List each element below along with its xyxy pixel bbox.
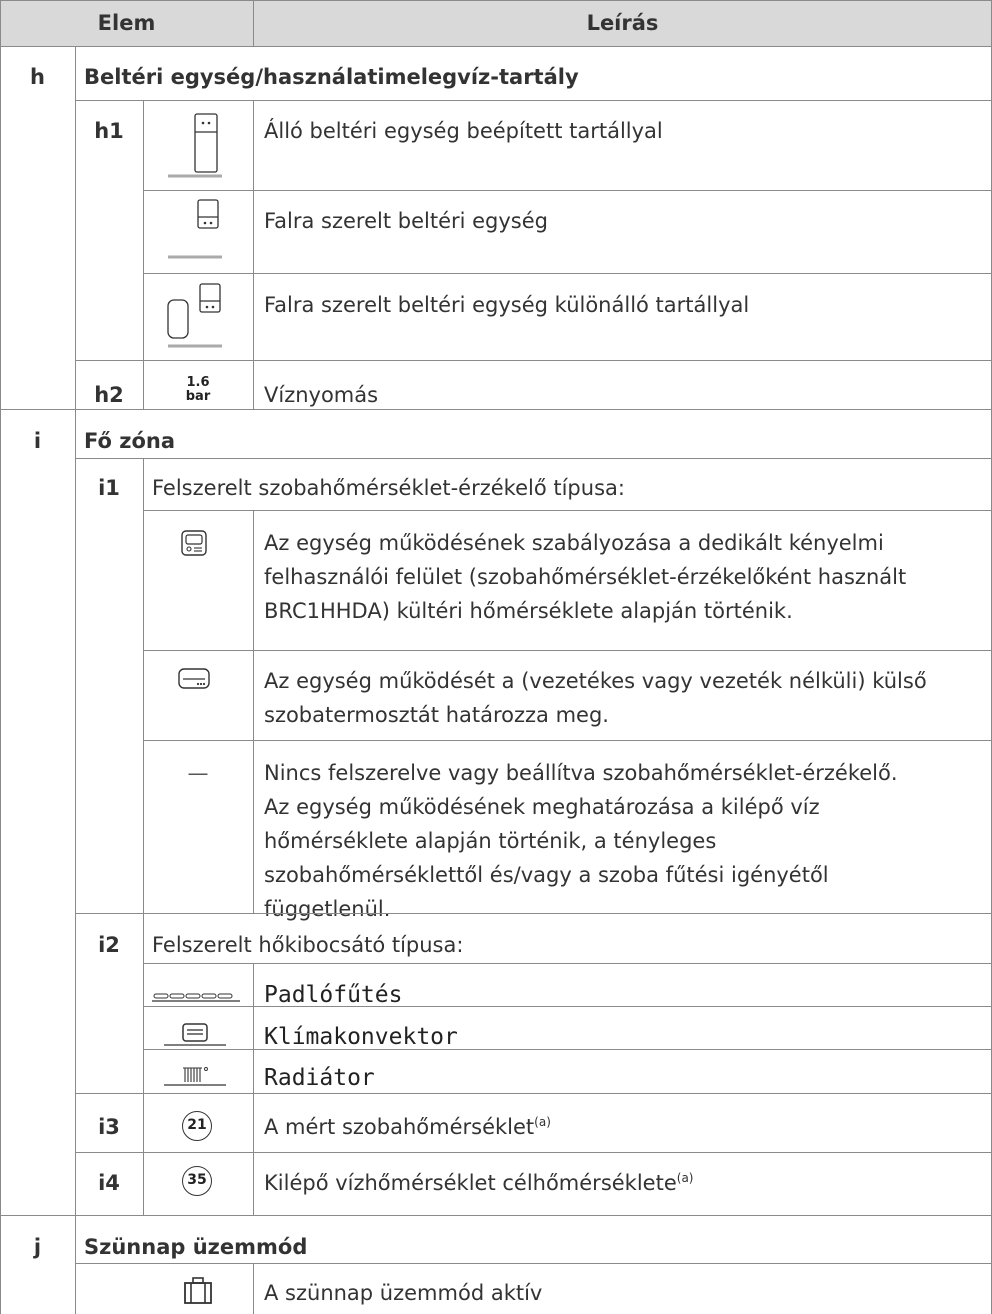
header-elem: Elem xyxy=(97,11,156,35)
text-line: Az egység működésének szabályozása a ded… xyxy=(264,531,884,555)
divider xyxy=(143,273,992,274)
divider xyxy=(0,46,992,47)
border xyxy=(0,0,1,1314)
wall-mounted-with-tank-icon xyxy=(166,280,230,357)
divider xyxy=(143,740,992,741)
floor-standing-indoor-unit-icon xyxy=(168,112,230,185)
footnote-ref: (a) xyxy=(534,1115,551,1129)
divider xyxy=(75,1093,992,1094)
divider xyxy=(75,913,992,914)
text-line: Nincs felszerelve vagy beállítva szobahő… xyxy=(264,761,898,785)
h1-row1-text: Álló beltéri egység beépített tartállyal xyxy=(264,119,663,143)
divider xyxy=(143,190,992,191)
pressure-value: 1.6 xyxy=(186,375,210,390)
divider xyxy=(143,650,992,651)
i3-text: A mért szobahőmérséklet(a) xyxy=(264,1110,551,1144)
divider xyxy=(143,963,992,964)
divider xyxy=(253,963,254,1093)
measured-room-temp-icon: 21 xyxy=(182,1111,212,1141)
item-id-h1: h1 xyxy=(94,119,124,143)
section-title-h: Beltéri egység/használatimelegvíz-tartál… xyxy=(84,65,579,89)
h1-row3-text: Falra szerelt beltéri egység különálló t… xyxy=(264,293,750,317)
divider xyxy=(143,100,144,409)
item-id-i2: i2 xyxy=(98,933,120,957)
section-title-j: Szünnap üzemmód xyxy=(84,1235,308,1259)
text-line: Az egység működését a (vezetékes vagy ve… xyxy=(264,669,927,693)
divider xyxy=(0,409,992,410)
divider xyxy=(75,46,76,1314)
divider xyxy=(0,1215,992,1216)
external-thermostat-icon xyxy=(176,666,212,697)
item-id-i3: i3 xyxy=(98,1115,120,1139)
text-line: szobahőmérséklettől és/vagy a szoba fűté… xyxy=(264,863,829,887)
divider xyxy=(75,360,992,361)
divider xyxy=(75,1152,992,1153)
i4-text: Kilépő vízhőmérséklet célhőmérséklete(a) xyxy=(264,1166,693,1200)
header-description: Leírás xyxy=(586,11,659,35)
h1-row2-text: Falra szerelt beltéri egység xyxy=(264,209,549,233)
divider xyxy=(143,1006,992,1007)
divider xyxy=(75,100,992,101)
text-line: felhasználói felület (szobahőmérséklet-é… xyxy=(264,565,907,589)
i1-row1-text: Az egység működésének szabályozása a ded… xyxy=(264,526,906,628)
component-table: Elem Leírás h Beltéri egység/használatim… xyxy=(0,0,992,1314)
divider xyxy=(253,1263,254,1314)
i1-row3-text: Nincs felszerelve vagy beállítva szobahő… xyxy=(264,756,898,926)
divider xyxy=(253,100,254,409)
text-line: szobatermosztát határozza meg. xyxy=(264,703,609,727)
section-title-i: Fő zóna xyxy=(84,429,176,453)
divider xyxy=(253,510,254,913)
i2-title: Felszerelt hőkibocsátó típusa: xyxy=(152,933,464,957)
i1-title: Felszerelt szobahőmérséklet-érzékelő típ… xyxy=(152,476,625,500)
j-row1-text: A szünnap üzemmód aktív xyxy=(264,1281,543,1305)
i3-text-main: A mért szobahőmérséklet xyxy=(264,1115,535,1139)
divider xyxy=(253,1093,254,1215)
text-line: Az egység működésének meghatározása a ki… xyxy=(264,795,820,819)
divider xyxy=(143,1049,992,1050)
text-line: hőmérséklete alapján történik, a tényleg… xyxy=(264,829,717,853)
pressure-unit: bar xyxy=(185,389,211,404)
leaving-water-target-icon: 35 xyxy=(182,1166,212,1196)
no-sensor-dash: — xyxy=(187,761,209,785)
divider xyxy=(143,510,992,511)
i1-row2-text: Az egység működését a (vezetékes vagy ve… xyxy=(264,664,927,732)
water-pressure-icon: 1.6 bar xyxy=(143,376,253,404)
i4-text-main: Kilépő vízhőmérséklet célhőmérséklete xyxy=(264,1171,677,1195)
border xyxy=(0,0,992,1)
user-interface-sensor-icon xyxy=(176,528,212,565)
h2-text: Víznyomás xyxy=(264,383,379,407)
section-letter-h: h xyxy=(30,65,45,89)
text-line: függetlenül. xyxy=(264,897,391,921)
divider xyxy=(75,1263,992,1264)
divider xyxy=(75,458,992,459)
wall-mounted-indoor-unit-icon xyxy=(168,196,230,269)
item-id-h2: h2 xyxy=(94,383,124,407)
i2-row3-text: Radiátor xyxy=(264,1065,375,1091)
section-letter-j: j xyxy=(33,1235,42,1259)
radiator-icon xyxy=(160,1062,230,1095)
divider xyxy=(253,0,254,46)
item-id-i4: i4 xyxy=(98,1171,120,1195)
text-line: BRC1HHDA) kültéri hőmérséklete alapján t… xyxy=(264,599,793,623)
footnote-ref: (a) xyxy=(676,1171,694,1185)
divider xyxy=(143,458,144,1215)
item-id-i1: i1 xyxy=(98,476,120,500)
section-letter-i: i xyxy=(33,429,42,453)
holiday-suitcase-icon xyxy=(182,1276,214,1311)
